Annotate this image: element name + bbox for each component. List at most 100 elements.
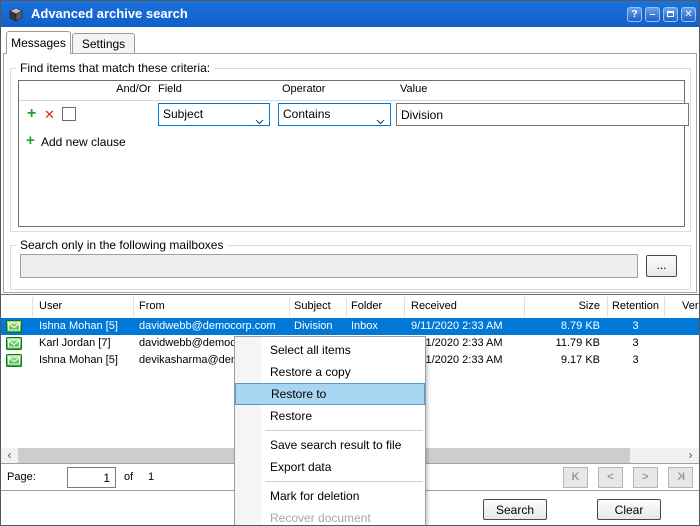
menu-item-restore[interactable]: Restore (235, 405, 425, 427)
context-menu: Select all items Restore a copy Restore … (234, 336, 426, 526)
menu-item-recover-document: Recover document (235, 507, 425, 526)
column-header-subject[interactable]: Subject (289, 295, 346, 318)
minimize-button[interactable]: – (645, 7, 660, 22)
cell-subject: Division (289, 318, 346, 335)
maximize-button[interactable] (663, 7, 678, 22)
cell-retention: 3 (607, 352, 664, 369)
mailboxes-field[interactable] (20, 254, 638, 278)
mail-icon (6, 337, 22, 353)
clear-button[interactable]: Clear (597, 499, 661, 520)
page-number-input[interactable] (67, 467, 116, 488)
tab-settings[interactable]: Settings (72, 33, 135, 54)
header-and-or: And/Or (59, 83, 151, 95)
column-divider (346, 297, 347, 316)
menu-item-restore-a-copy[interactable]: Restore a copy (235, 361, 425, 383)
menu-item-save-search-result-to-file[interactable]: Save search result to file (235, 434, 425, 456)
cell-folder: Inbox (346, 318, 404, 335)
chevron-down-icon (255, 112, 264, 130)
mail-icon (6, 354, 22, 370)
add-new-clause-icon[interactable]: + (26, 133, 35, 149)
page-of-label: of (124, 464, 133, 491)
cell-user: Ishna Mohan [5] (32, 352, 133, 369)
help-button[interactable]: ? (627, 7, 642, 22)
cell-retention: 3 (607, 335, 664, 352)
column-header-folder[interactable]: Folder (346, 295, 404, 318)
clause-checkbox[interactable] (62, 107, 76, 121)
next-page-icon: > (642, 471, 648, 483)
header-divider (19, 100, 684, 101)
criteria-groupbox: Find items that match these criteria: An… (10, 68, 691, 232)
mailboxes-groupbox: Search only in the following mailboxes .… (10, 245, 691, 290)
cell-received: 9/11/2020 2:33 AM (404, 318, 524, 335)
column-divider (133, 297, 134, 316)
column-header-received[interactable]: Received (404, 295, 524, 318)
menu-item-export-data[interactable]: Export data (235, 456, 425, 478)
criteria-group-label: Find items that match these criteria: (16, 61, 214, 75)
operator-dropdown[interactable]: Contains (278, 103, 391, 126)
table-row[interactable]: Ishna Mohan [5] davidwebb@democorp.com D… (1, 318, 699, 335)
value-input[interactable] (396, 103, 689, 126)
column-header-size[interactable]: Size (524, 295, 607, 318)
header-operator: Operator (282, 83, 325, 95)
tab-messages[interactable]: Messages (6, 31, 71, 54)
column-divider (289, 297, 290, 316)
add-clause-icon[interactable]: + (27, 106, 36, 122)
close-icon: ✕ (684, 9, 692, 20)
previous-page-button[interactable]: < (598, 467, 623, 488)
browse-mailboxes-button[interactable]: ... (646, 255, 677, 277)
clause-panel: And/Or Field Operator Value + ✕ Subject … (18, 80, 685, 227)
menu-item-mark-for-deletion[interactable]: Mark for deletion (235, 485, 425, 507)
window-title: Advanced archive search (31, 1, 188, 27)
mail-icon (6, 320, 22, 336)
maximize-icon (667, 11, 674, 17)
header-field: Field (158, 83, 182, 95)
header-value: Value (400, 83, 427, 95)
page-total: 1 (148, 464, 154, 491)
cell-user: Karl Jordan [7] (32, 335, 133, 352)
next-page-button[interactable]: > (633, 467, 658, 488)
last-page-button[interactable]: K (668, 467, 693, 488)
close-button[interactable]: ✕ (681, 7, 696, 22)
column-divider (607, 297, 608, 316)
minimize-icon: – (650, 9, 656, 20)
menu-item-select-all-items[interactable]: Select all items (235, 339, 425, 361)
menu-separator (235, 478, 425, 485)
advanced-archive-search-dialog: Advanced archive search ? – ✕ Messages S… (0, 0, 700, 526)
cell-size: 11.79 KB (524, 335, 607, 352)
field-dropdown-value: Subject (163, 104, 203, 125)
column-header-user[interactable]: User (32, 295, 133, 318)
cell-size: 9.17 KB (524, 352, 607, 369)
grid-header: User From Subject Folder Received Size R… (1, 295, 699, 318)
last-page-icon: K (677, 468, 685, 487)
cell-from: davidwebb@democorp.com (133, 318, 289, 335)
column-divider (664, 297, 665, 316)
scroll-left-icon[interactable]: ‹ (1, 448, 18, 463)
scroll-right-icon[interactable]: › (682, 448, 699, 463)
cell-size: 8.79 KB (524, 318, 607, 335)
column-divider (404, 297, 405, 316)
column-header-version[interactable]: Version (664, 295, 699, 318)
search-button[interactable]: Search (483, 499, 547, 520)
cell-user: Ishna Mohan [5] (32, 318, 133, 335)
column-header-from[interactable]: From (133, 295, 289, 318)
menu-item-restore-to[interactable]: Restore to (235, 383, 425, 405)
add-new-clause-link[interactable]: Add new clause (41, 135, 126, 149)
operator-dropdown-value: Contains (283, 104, 330, 125)
cell-retention: 3 (607, 318, 664, 335)
previous-page-icon: < (607, 471, 613, 483)
mailboxes-group-label: Search only in the following mailboxes (16, 238, 227, 252)
messages-tab-page: Find items that match these criteria: An… (3, 53, 697, 293)
column-divider (524, 297, 525, 316)
remove-clause-icon[interactable]: ✕ (44, 108, 55, 122)
first-page-button[interactable]: K (563, 467, 588, 488)
first-page-icon: K (572, 471, 580, 483)
field-dropdown[interactable]: Subject (158, 103, 270, 126)
column-divider (32, 297, 33, 316)
title-bar[interactable]: Advanced archive search ? – ✕ (1, 1, 699, 27)
help-icon: ? (631, 9, 637, 20)
page-label: Page: (7, 464, 36, 491)
column-header-retention[interactable]: Retention (607, 295, 664, 318)
chevron-down-icon (376, 112, 385, 130)
menu-separator (235, 427, 425, 434)
archive-app-icon (8, 6, 24, 22)
